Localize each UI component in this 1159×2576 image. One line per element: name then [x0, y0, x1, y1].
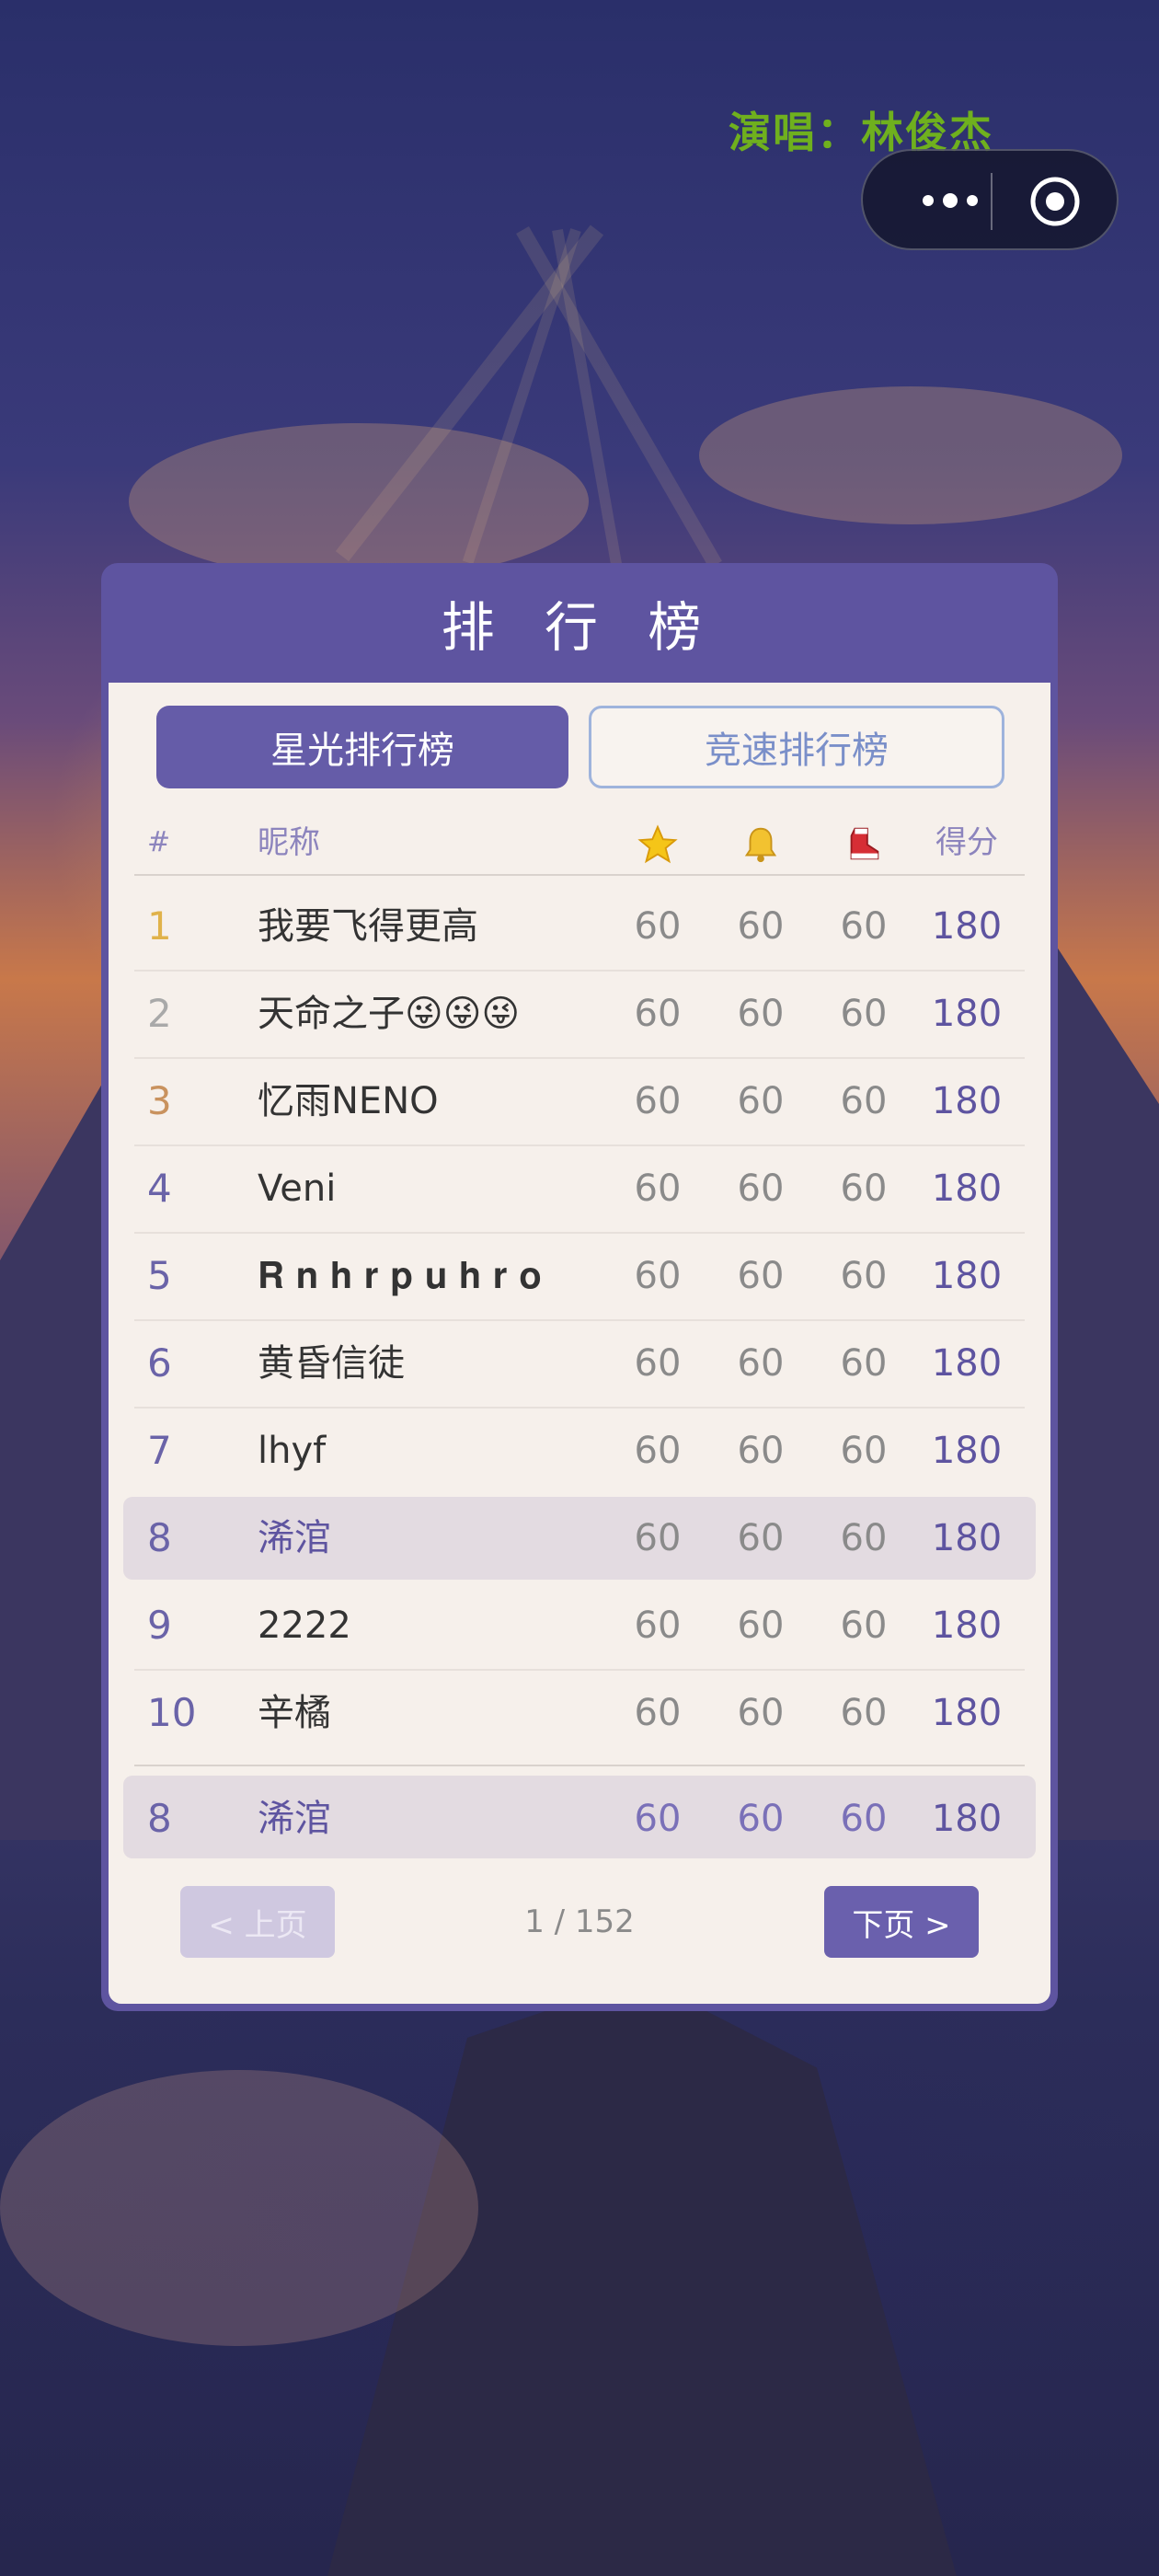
my-rank-row: 8 浠涫 60 60 60 180	[123, 1776, 1025, 1862]
score-value: 180	[931, 905, 1003, 948]
player-nickname: 𝐑 𝐧 𝐡 𝐫 𝐩 𝐮 𝐡 𝐫 𝐨	[258, 1255, 542, 1297]
rank-number: 2	[147, 991, 172, 1036]
header-nickname: 昵称	[258, 824, 320, 861]
my-bell-value: 60	[737, 1798, 785, 1840]
player-nickname: lhyf	[258, 1430, 327, 1472]
star-value: 60	[634, 1517, 682, 1559]
boot-value: 60	[840, 1080, 888, 1122]
bell-value: 60	[737, 1604, 785, 1647]
score-value: 180	[931, 1080, 1003, 1122]
star-value: 60	[634, 1604, 682, 1647]
rank-number: 10	[147, 1690, 197, 1735]
score-value: 180	[931, 1604, 1003, 1647]
table-row: 1 我要飞得更高 60 60 60 180	[123, 883, 1025, 970]
player-nickname: 天命之子😜😜😜	[258, 993, 521, 1035]
bell-value: 60	[737, 1517, 785, 1559]
bell-icon	[719, 806, 802, 880]
star-value: 60	[634, 905, 682, 948]
bell-value: 60	[737, 1430, 785, 1472]
score-value: 180	[931, 1692, 1003, 1734]
mini-program-capsule	[861, 149, 1119, 250]
boot-value: 60	[840, 1342, 888, 1385]
bell-value: 60	[737, 1080, 785, 1122]
target-icon[interactable]	[1028, 175, 1082, 228]
bell-value: 60	[737, 1167, 785, 1210]
my-star-value: 60	[634, 1798, 682, 1840]
table-row: 4 Veni 60 60 60 180	[123, 1145, 1025, 1232]
page-indicator: 1 / 152	[524, 1903, 635, 1940]
table-row: 9 2222 60 60 60 180	[123, 1582, 1025, 1669]
bell-value: 60	[737, 1342, 785, 1385]
star-value: 60	[634, 1080, 682, 1122]
rank-number: 8	[147, 1515, 172, 1560]
prev-page-button[interactable]: < 上页	[180, 1886, 335, 1958]
table-row: 5 𝐑 𝐧 𝐡 𝐫 𝐩 𝐮 𝐡 𝐫 𝐨 60 60 60 180	[123, 1233, 1025, 1319]
rank-number: 1	[147, 903, 172, 949]
score-value: 180	[931, 1430, 1003, 1472]
table-header: # 昵称 得分	[123, 806, 1025, 880]
score-value: 180	[931, 993, 1003, 1035]
header-rank: #	[147, 826, 171, 858]
boot-value: 60	[840, 1517, 888, 1559]
score-value: 180	[931, 1342, 1003, 1385]
table-row: 3 忆雨NENO 60 60 60 180	[123, 1058, 1025, 1144]
header-divider	[134, 874, 1025, 876]
player-nickname: Veni	[258, 1167, 337, 1210]
capsule-divider	[991, 173, 993, 230]
bell-value: 60	[737, 1692, 785, 1734]
tab-speed-ranking[interactable]: 竞速排行榜	[589, 706, 1004, 788]
table-row: 7 lhyf 60 60 60 180	[123, 1408, 1025, 1494]
boot-value: 60	[840, 1604, 888, 1647]
bell-value: 60	[737, 905, 785, 948]
rank-number: 9	[147, 1603, 172, 1648]
rank-number: 6	[147, 1340, 172, 1386]
star-value: 60	[634, 993, 682, 1035]
boot-value: 60	[840, 993, 888, 1035]
player-nickname: 浠涫	[258, 1517, 331, 1559]
panel-title: 排 行 榜	[441, 596, 718, 659]
rank-number: 3	[147, 1078, 172, 1123]
table-row: 2 天命之子😜😜😜 60 60 60 180	[123, 971, 1025, 1057]
header-score: 得分	[935, 824, 998, 861]
score-value: 180	[931, 1167, 1003, 1210]
table-row: 10 辛橘 60 60 60 180	[123, 1670, 1025, 1756]
player-nickname: 2222	[258, 1604, 351, 1647]
table-row: 6 黄昏信徒 60 60 60 180	[123, 1320, 1025, 1407]
list-bottom-divider	[134, 1765, 1025, 1766]
my-nickname: 浠涫	[258, 1798, 331, 1840]
bell-value: 60	[737, 1255, 785, 1297]
bell-value: 60	[737, 993, 785, 1035]
star-value: 60	[634, 1692, 682, 1734]
boot-value: 60	[840, 905, 888, 948]
rank-number: 7	[147, 1428, 172, 1473]
my-boot-value: 60	[840, 1798, 888, 1840]
table-row: 8 浠涫 60 60 60 180	[123, 1495, 1025, 1581]
star-value: 60	[634, 1342, 682, 1385]
player-nickname: 辛橘	[258, 1692, 331, 1734]
player-nickname: 我要飞得更高	[258, 905, 478, 948]
score-value: 180	[931, 1517, 1003, 1559]
star-value: 60	[634, 1430, 682, 1472]
player-nickname: 忆雨NENO	[258, 1080, 439, 1122]
rank-number: 4	[147, 1166, 172, 1211]
more-dots-icon[interactable]	[900, 177, 1001, 224]
boot-value: 60	[840, 1430, 888, 1472]
boot-value: 60	[840, 1692, 888, 1734]
next-page-button[interactable]: 下页 >	[824, 1886, 979, 1958]
my-rank: 8	[147, 1796, 172, 1841]
star-value: 60	[634, 1255, 682, 1297]
star-icon	[616, 806, 699, 880]
boot-value: 60	[840, 1167, 888, 1210]
player-nickname: 黄昏信徒	[258, 1342, 405, 1385]
score-value: 180	[931, 1255, 1003, 1297]
tab-starlight-ranking[interactable]: 星光排行榜	[156, 706, 568, 788]
rank-number: 5	[147, 1253, 172, 1298]
star-value: 60	[634, 1167, 682, 1210]
boot-icon	[822, 806, 905, 880]
my-score: 180	[931, 1798, 1003, 1840]
boot-value: 60	[840, 1255, 888, 1297]
